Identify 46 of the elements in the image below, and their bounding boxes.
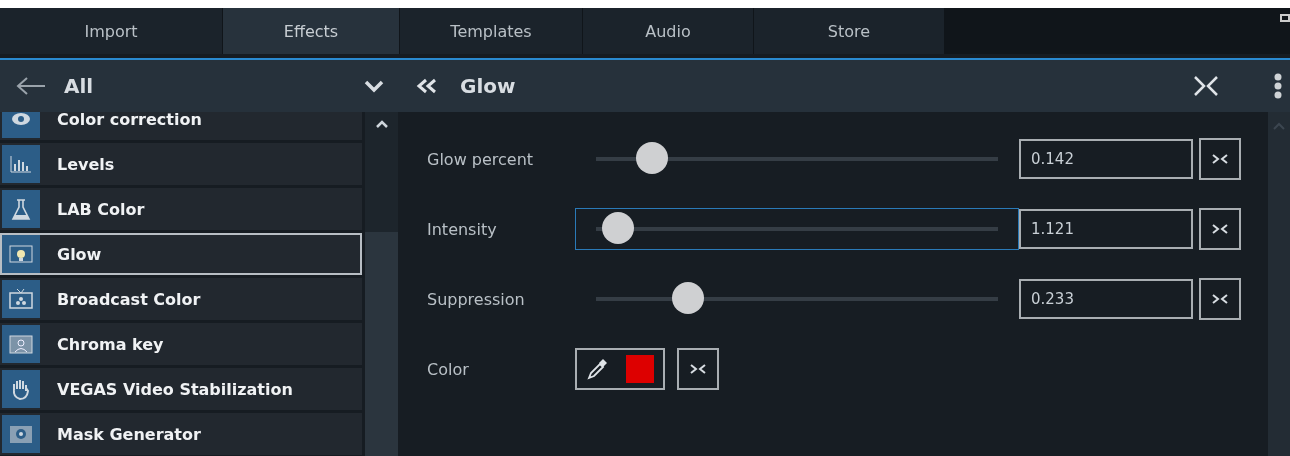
panel-title: Glow [460, 74, 517, 98]
effect-item[interactable]: LAB Color [0, 188, 362, 230]
tab[interactable]: Templates [400, 8, 582, 54]
tv-icon [7, 287, 35, 311]
effect-item[interactable]: Mask Generator [0, 413, 362, 455]
restore-icon[interactable] [1280, 14, 1290, 24]
back-arrow-icon[interactable] [16, 76, 46, 96]
reset-button[interactable] [1199, 138, 1241, 180]
value-field[interactable]: 1.121 [1019, 209, 1193, 249]
reset-button[interactable] [1199, 208, 1241, 250]
collapse-arrows-icon [1211, 153, 1229, 165]
scrollbar[interactable] [1268, 112, 1290, 456]
effect-item[interactable]: Broadcast Color [0, 278, 362, 320]
parameter-label: Suppression [427, 289, 526, 309]
collapse-arrows-icon[interactable] [1192, 75, 1220, 97]
chevron-down-icon[interactable] [364, 79, 384, 93]
tab[interactable]: Audio [583, 8, 753, 54]
reset-button[interactable] [1199, 278, 1241, 320]
reset-button[interactable] [677, 348, 719, 390]
parameter-label: Glow percent [427, 149, 535, 169]
tab[interactable]: Effects [223, 8, 399, 54]
parameter-label: Color [427, 359, 470, 379]
slider-thumb[interactable] [636, 142, 669, 174]
slider-thumb[interactable] [672, 282, 705, 314]
effect-item[interactable]: VEGAS Video Stabilization [0, 368, 362, 410]
collapse-arrows-icon [1211, 223, 1229, 235]
color-picker[interactable] [575, 348, 665, 390]
tab[interactable]: Store [754, 8, 944, 54]
effect-item[interactable]: Glow [0, 233, 362, 275]
tab[interactable]: Import [0, 8, 222, 54]
slider[interactable] [575, 208, 1019, 250]
value-field[interactable]: 0.142 [1019, 139, 1193, 179]
parameter-label: Intensity [427, 219, 498, 239]
collapse-arrows-icon [1211, 293, 1229, 305]
effect-item[interactable]: Levels [0, 143, 362, 185]
scrollbar[interactable] [365, 112, 398, 456]
effect-item[interactable]: Color correction [0, 112, 362, 140]
double-chevron-left-icon[interactable] [416, 78, 438, 94]
value-field[interactable]: 0.233 [1019, 279, 1193, 319]
category-title: All [64, 74, 95, 98]
collapse-arrows-icon [689, 363, 707, 375]
person-icon [7, 332, 35, 356]
more-options-icon[interactable] [1274, 73, 1282, 99]
effect-item[interactable]: Chroma key [0, 323, 362, 365]
lightbulb-icon [7, 242, 35, 266]
slider-thumb[interactable] [602, 212, 635, 244]
